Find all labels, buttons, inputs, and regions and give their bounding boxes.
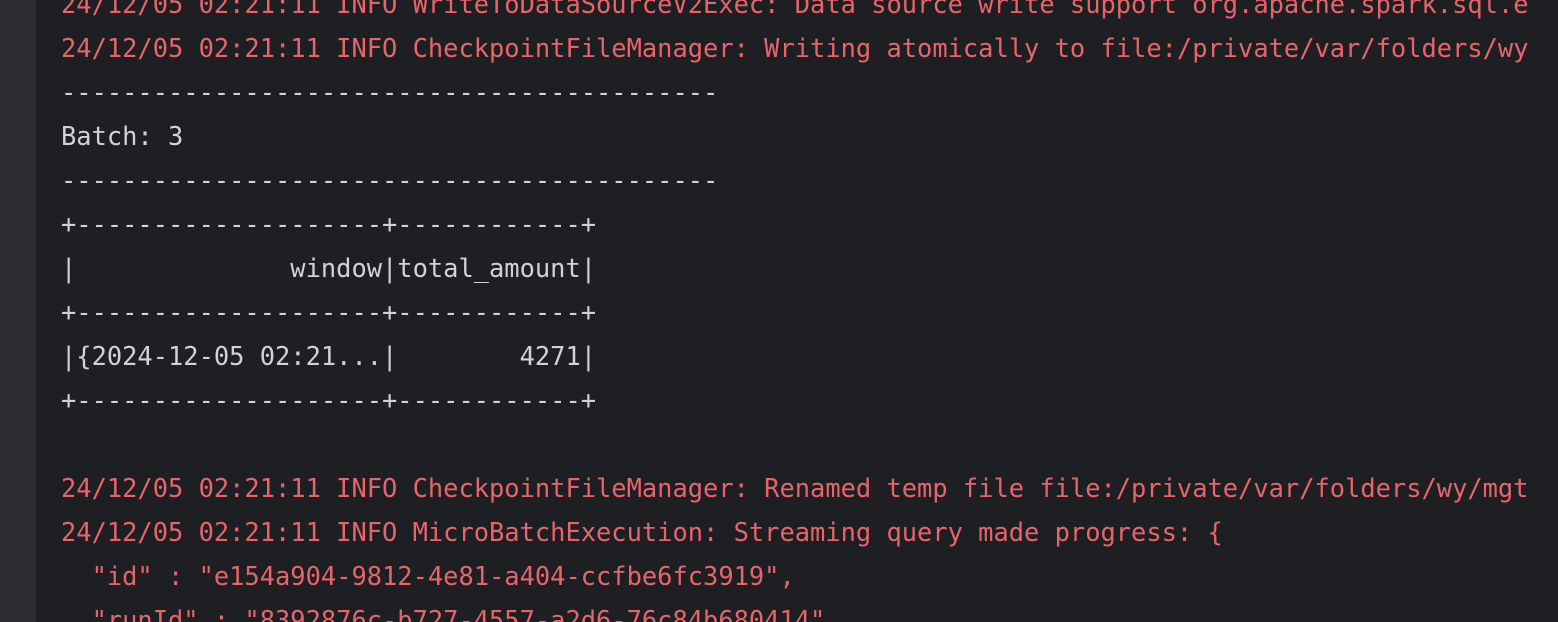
log-line-query-progress: 24/12/05 02:21:11 INFO MicroBatchExecuti…: [61, 517, 1223, 547]
progress-json-id: "id" : "e154a904-9812-4e81-a404-ccfbe6fc…: [61, 561, 795, 591]
batch-label: Batch: 3: [61, 121, 184, 151]
table-border-bottom: +--------------------+------------+: [61, 385, 597, 415]
batch-separator-top: ----------------------------------------…: [61, 77, 719, 107]
table-border-top: +--------------------+------------+: [61, 209, 597, 239]
table-border-header: +--------------------+------------+: [61, 297, 597, 327]
progress-json-run-id: "runId" : "8392876c-b727-4557-a2d6-76c84…: [61, 605, 841, 622]
blank-line: [61, 422, 1529, 466]
batch-separator-bottom: ----------------------------------------…: [61, 165, 719, 195]
editor-gutter: [0, 0, 36, 622]
console-lines: 24/12/05 02:21:11 INFO WriteToDataSource…: [61, 0, 1529, 622]
table-row: |{2024-12-05 02:21...| 4271|: [61, 341, 597, 371]
log-line-checkpoint-writing: 24/12/05 02:21:11 INFO CheckpointFileMan…: [61, 33, 1529, 63]
table-header-row: | window|total_amount|: [61, 253, 597, 283]
log-line-write-support: 24/12/05 02:21:11 INFO WriteToDataSource…: [61, 0, 1529, 19]
log-line-checkpoint-renamed: 24/12/05 02:21:11 INFO CheckpointFileMan…: [61, 473, 1529, 503]
console-output[interactable]: 24/12/05 02:21:11 INFO WriteToDataSource…: [36, 0, 1558, 622]
